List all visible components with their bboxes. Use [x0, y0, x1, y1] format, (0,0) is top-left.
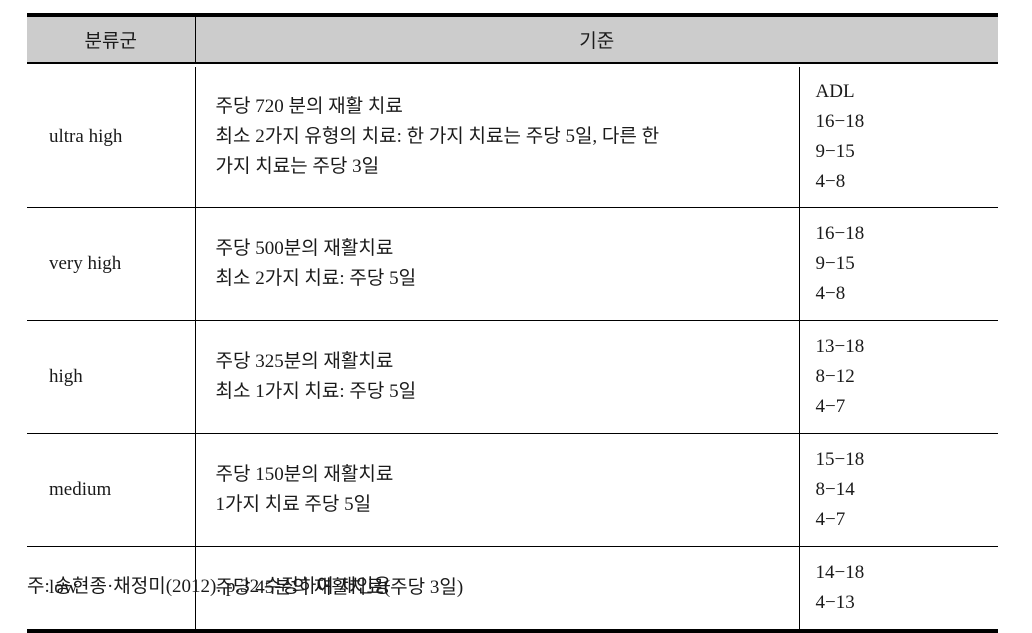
adl-range: 4−7: [815, 509, 846, 531]
column-header-group: 분류군: [27, 15, 196, 64]
adl-range: 9−15: [815, 141, 855, 163]
table-row: medium 주당 150분의 재활치료 1가지 치료 주당 5일 15−18 …: [27, 433, 998, 548]
table-header: 분류군 기준: [27, 15, 998, 64]
cell-group-very-high: very high: [27, 207, 196, 322]
criteria-text-block: 주당 500분의 재활치료 최소 2가지 치료: 주당 5일: [216, 234, 785, 294]
criteria-line: 최소 1가지 치료: 주당 5일: [215, 381, 417, 403]
table-row: ultra high 주당 720 분의 재활 치료 최소 2가지 유형의 치료…: [27, 67, 998, 209]
adl-range: 16−18: [815, 223, 865, 245]
adl-range: 4−7: [815, 396, 846, 418]
cell-criteria-ultra-high: 주당 720 분의 재활 치료 최소 2가지 유형의 치료: 한 가지 치료는 …: [195, 67, 800, 209]
criteria-line: 가지 치료는 주당 3일: [215, 156, 380, 178]
criteria-text-block: 주당 325분의 재활치료 최소 1가지 치료: 주당 5일: [216, 347, 785, 407]
adl-range: 4−8: [815, 171, 846, 193]
criteria-line: 주당 500분의 재활치료: [215, 238, 394, 260]
cell-adl-medium: 15−18 8−14 4−7: [799, 433, 998, 548]
cell-criteria-very-high: 주당 500분의 재활치료 최소 2가지 치료: 주당 5일: [195, 207, 800, 322]
adl-range: 8−14: [815, 479, 855, 501]
adl-range: 15−18: [815, 449, 865, 471]
adl-range: 4−8: [815, 283, 846, 305]
criteria-line: 주당 325분의 재활치료: [215, 351, 394, 373]
criteria-text-block: 주당 720 분의 재활 치료 최소 2가지 유형의 치료: 한 가지 치료는 …: [216, 92, 785, 182]
table-row: high 주당 325분의 재활치료 최소 1가지 치료: 주당 5일 13−1…: [27, 320, 998, 435]
table-figure: 분류군 기준 ultra high 주당 720 분의 재활 치료 최소 2가지…: [0, 0, 1032, 633]
adl-label: ADL: [815, 81, 855, 102]
adl-range: 16−18: [815, 111, 865, 133]
table-row: very high 주당 500분의 재활치료 최소 2가지 치료: 주당 5일…: [27, 207, 998, 322]
criteria-line: 1가지 치료 주당 5일: [215, 494, 372, 516]
cell-adl-very-high: 16−18 9−15 4−8: [799, 207, 998, 322]
table-container: 분류군 기준 ultra high 주당 720 분의 재활 치료 최소 2가지…: [27, 13, 998, 633]
adl-range: 4−13: [815, 592, 855, 614]
table-footnote: 주: 송현종·채정미(2012). p.32 수정하여 재인용: [27, 576, 391, 597]
criteria-line: 최소 2가지 치료: 주당 5일: [215, 268, 417, 290]
adl-range: 8−12: [815, 366, 855, 388]
cell-criteria-high: 주당 325분의 재활치료 최소 1가지 치료: 주당 5일: [195, 320, 800, 435]
cell-adl-low: 14−18 4−13: [799, 547, 998, 632]
criteria-text-block: 주당 150분의 재활치료 1가지 치료 주당 5일: [216, 460, 785, 520]
cell-group-medium: medium: [27, 433, 196, 548]
adl-range: 9−15: [815, 253, 855, 275]
cell-adl-ultra-high: ADL 16−18 9−15 4−8: [799, 67, 998, 209]
cell-adl-high: 13−18 8−12 4−7: [799, 320, 998, 435]
criteria-line: 최소 2가지 유형의 치료: 한 가지 치료는 주당 5일, 다른 한: [215, 126, 660, 148]
header-row: 분류군 기준: [27, 15, 998, 64]
cell-criteria-medium: 주당 150분의 재활치료 1가지 치료 주당 5일: [195, 433, 800, 548]
criteria-line: 주당 150분의 재활치료: [215, 464, 394, 486]
column-header-criteria: 기준: [195, 15, 998, 64]
adl-range: 13−18: [815, 336, 865, 358]
cell-group-ultra-high: ultra high: [27, 67, 196, 209]
rehabilitation-criteria-table: 분류군 기준 ultra high 주당 720 분의 재활 치료 최소 2가지…: [27, 13, 998, 633]
criteria-line: 주당 720 분의 재활 치료: [215, 96, 403, 117]
table-body: ultra high 주당 720 분의 재활 치료 최소 2가지 유형의 치료…: [27, 63, 998, 632]
cell-group-high: high: [27, 320, 196, 435]
adl-range: 14−18: [815, 562, 865, 584]
